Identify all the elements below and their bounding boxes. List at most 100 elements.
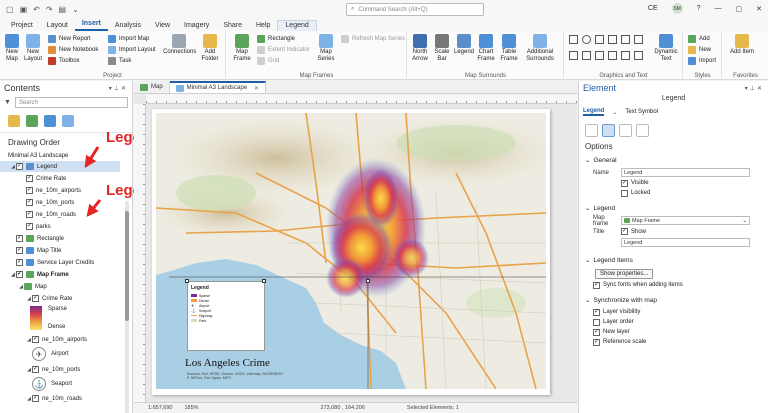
visibility-checkbox[interactable]: ✓ <box>32 295 39 302</box>
map-series-button[interactable]: Map Series <box>315 34 337 63</box>
new-layout-button[interactable]: New Layout <box>23 34 43 63</box>
reference-scale-checkbox[interactable]: ✓ <box>593 338 600 346</box>
style-add-button[interactable]: Add <box>688 35 710 43</box>
tab-layout[interactable]: Layout <box>40 22 75 31</box>
resize-handle[interactable] <box>366 279 370 283</box>
visibility-checkbox[interactable]: ✓ <box>16 235 23 242</box>
customize-icon[interactable]: ⌄ <box>72 5 79 14</box>
layout-service-credits[interactable]: Sources: Esri, HERE, Garmin, USGS, Inter… <box>187 372 287 380</box>
visible-checkbox[interactable]: ✓ <box>621 179 628 187</box>
pane-close-icon[interactable]: ✕ <box>757 86 764 92</box>
tree-legend-ports[interactable]: ✓ ne_10m_ports <box>0 197 74 208</box>
selection-icon[interactable] <box>26 115 38 127</box>
layout-map-title[interactable]: Los Angeles Crime <box>185 357 270 369</box>
new-layer-checkbox[interactable]: ✓ <box>593 328 600 336</box>
tree-legend-item[interactable]: ◢ ✓ Legend <box>0 161 120 172</box>
new-notebook-button[interactable]: New Notebook <box>48 46 98 54</box>
tab-help[interactable]: Help <box>249 22 277 31</box>
ellipse-icon[interactable] <box>595 50 604 60</box>
filter-icon[interactable]: ▼ <box>4 99 11 106</box>
visibility-checkbox[interactable]: ✓ <box>16 247 23 254</box>
visibility-checkbox[interactable]: ✓ <box>26 175 33 182</box>
extent-indicator-button[interactable]: Extent Indicator <box>257 46 310 54</box>
tree-legend-crime-rate[interactable]: ✓ Crime Rate <box>0 173 66 184</box>
connections-button[interactable]: Connections <box>163 34 196 56</box>
tree-layout-item[interactable]: Minimal A3 Landscape <box>0 150 68 161</box>
placement-icon[interactable] <box>602 124 615 137</box>
tree-legend-parks[interactable]: ✓ parks <box>0 221 51 232</box>
tab-legend[interactable]: Legend <box>277 20 317 31</box>
close-icon[interactable]: ✕ <box>756 5 762 13</box>
collapse-icon[interactable]: ⌄ <box>585 156 590 164</box>
new-project-icon[interactable]: ▢ <box>6 5 14 14</box>
resize-handle[interactable] <box>185 279 189 283</box>
arrow-icon[interactable] <box>582 50 591 60</box>
save-icon[interactable]: ▣ <box>20 5 28 14</box>
tab-close-icon[interactable]: ✕ <box>254 85 259 92</box>
editing-icon[interactable] <box>44 115 56 127</box>
grid-button[interactable]: Grid <box>257 57 279 65</box>
visibility-checkbox[interactable]: ✓ <box>16 259 23 266</box>
collapse-icon[interactable]: ⌄ <box>585 204 590 212</box>
table-frame-button[interactable]: Table Frame <box>499 34 519 63</box>
element-tab-text-symbol[interactable]: Text Symbol <box>625 109 658 115</box>
style-new-button[interactable]: New <box>688 46 711 54</box>
import-layout-button[interactable]: Import Layout <box>108 46 156 54</box>
title-input[interactable]: Legend <box>621 238 750 247</box>
tree-legend-airports[interactable]: ✓ ne_10m_airports <box>0 185 81 196</box>
resize-handle[interactable] <box>262 279 266 283</box>
visibility-checkbox[interactable]: ✓ <box>26 187 33 194</box>
collapse-icon[interactable]: ⌄ <box>585 256 590 264</box>
help-icon[interactable]: ? <box>697 5 701 12</box>
layer-visibility-checkbox[interactable]: ✓ <box>593 308 600 316</box>
undo-icon[interactable]: ↶ <box>33 5 40 14</box>
general-section[interactable]: ⌄ General <box>579 153 768 167</box>
legend-items-section[interactable]: ⌄ Legend Items <box>579 253 768 267</box>
layer-order-checkbox[interactable] <box>593 318 600 326</box>
additional-surrounds-button[interactable]: Additional Surrounds <box>522 34 558 63</box>
picture-icon[interactable] <box>634 50 643 60</box>
show-properties-button[interactable]: Show properties... <box>595 268 654 279</box>
contents-scrollbar[interactable] <box>125 201 129 413</box>
polygon-icon[interactable] <box>595 35 604 44</box>
open-icon[interactable]: ▤ <box>59 5 67 14</box>
new-report-button[interactable]: New Report <box>48 35 91 43</box>
pin-icon[interactable]: ⊥ <box>750 86 757 92</box>
scale-bar-button[interactable]: Scale Bar <box>433 34 451 63</box>
visibility-checkbox[interactable]: ✓ <box>26 199 33 206</box>
chevron-down-icon[interactable]: ⌄ <box>612 109 617 116</box>
refresh-map-series-button[interactable]: Refresh Map Series <box>341 35 405 43</box>
visibility-checkbox[interactable]: ✓ <box>16 163 23 170</box>
point-icon[interactable] <box>569 50 578 60</box>
curve-icon[interactable] <box>608 35 617 44</box>
chart-frame-button[interactable]: Chart Frame <box>476 34 496 63</box>
circle-icon[interactable] <box>582 35 591 44</box>
tree-rectangle-item[interactable]: ✓ Rectangle <box>0 233 64 244</box>
display-icon[interactable] <box>619 124 632 137</box>
map-frame-select[interactable]: Map Frame ⌄ <box>621 216 750 225</box>
minimize-icon[interactable]: — <box>715 5 722 12</box>
arrangement-icon[interactable] <box>636 124 649 137</box>
task-button[interactable]: Task <box>108 57 131 65</box>
rectangle-button[interactable]: Rectangle <box>257 35 295 43</box>
visibility-checkbox[interactable]: ✓ <box>16 271 23 278</box>
tree-airports-layer[interactable]: ◢ ✓ ne_10m_airports <box>0 334 87 345</box>
maximize-icon[interactable]: ▢ <box>736 5 743 13</box>
freehand-icon[interactable] <box>621 35 630 44</box>
collapse-icon[interactable]: ⌄ <box>585 296 590 304</box>
legend-button[interactable]: Legend <box>454 34 474 56</box>
element-tab-legend[interactable]: Legend <box>583 108 605 116</box>
snapping-icon[interactable] <box>62 115 74 127</box>
layout-view[interactable]: Legend Sparse Dense ✈ Airport ⚓ Seaport Hi… <box>134 95 577 402</box>
scale-readout[interactable]: 1:657,690 <box>148 405 172 411</box>
avatar[interactable]: SM <box>671 3 683 14</box>
show-title-checkbox[interactable]: ✓ <box>621 228 628 235</box>
pin-icon[interactable]: ⊥ <box>114 86 121 92</box>
map-frame-button[interactable]: Map Frame <box>231 34 253 63</box>
line-icon[interactable] <box>569 35 578 44</box>
sync-fonts-checkbox[interactable]: ✓ <box>593 281 600 289</box>
tree-ports-layer[interactable]: ◢ ✓ ne_10m_ports <box>0 364 80 375</box>
text-icon[interactable] <box>634 35 643 44</box>
tree-legend-roads[interactable]: ✓ ne_10m_roads <box>0 209 76 220</box>
tree-crime-rate-layer[interactable]: ◢ ✓ Crime Rate <box>0 293 72 304</box>
